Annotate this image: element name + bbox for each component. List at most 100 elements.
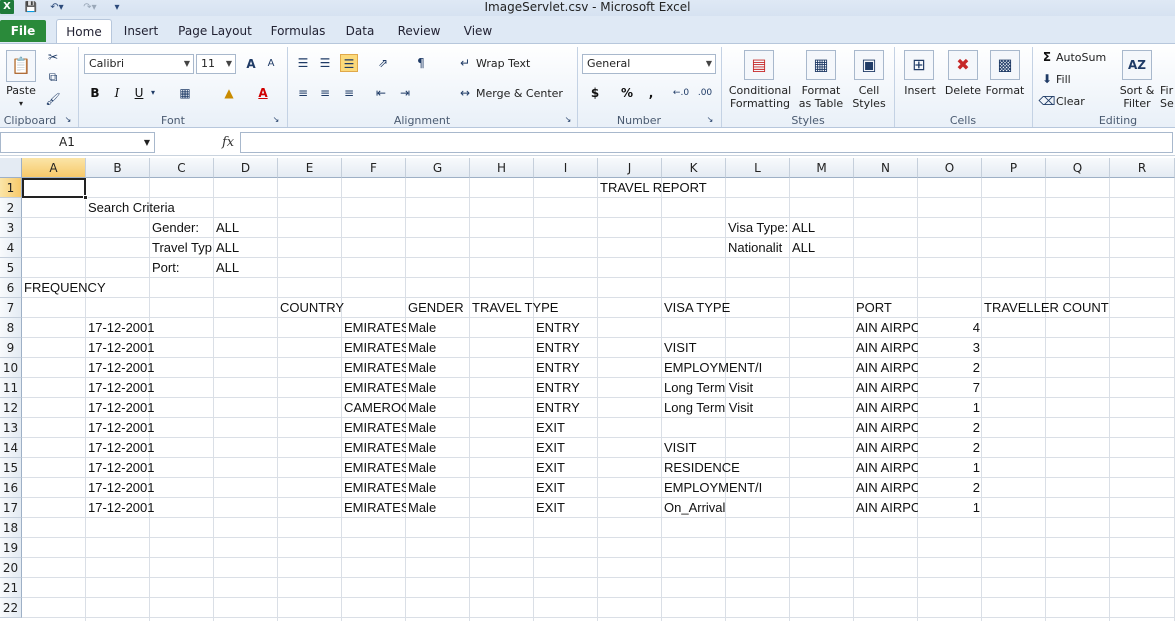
column-header-c[interactable]: C [150,158,214,178]
autosum-button[interactable]: AutoSum [1056,51,1108,64]
cell-g12[interactable]: Male [406,398,534,418]
column-header-o[interactable]: O [918,158,982,178]
cell-k9[interactable]: VISIT [662,338,854,358]
cell-i12[interactable]: ENTRY [534,398,662,418]
row-header-15[interactable]: 15 [0,458,22,478]
cell-n16[interactable]: AIN AIRPC [854,478,918,498]
cell-n7[interactable]: PORT [854,298,982,318]
cell-i11[interactable]: ENTRY [534,378,662,398]
font-launcher-icon[interactable]: ↘ [270,114,282,126]
cell-f14[interactable]: EMIRATES [342,438,406,458]
cell-g7[interactable]: GENDER [406,298,470,318]
number-launcher-icon[interactable]: ↘ [704,114,716,126]
fill-down-icon[interactable]: ⬇ [1038,70,1056,88]
cell-k17[interactable]: On_Arrival [662,498,854,518]
orientation-icon[interactable]: ⇗ [374,54,392,72]
column-header-n[interactable]: N [854,158,918,178]
format-as-table-button[interactable]: Format as Table [796,84,846,110]
cell-f12[interactable]: CAMEROO [342,398,406,418]
sort-filter-icon[interactable]: AZ [1122,50,1152,80]
insert-cells-icon[interactable]: ⊞ [904,50,934,80]
cell-k10[interactable]: EMPLOYMENT/I [662,358,854,378]
cell-h7[interactable]: TRAVEL TYPE [470,298,662,318]
cell-n10[interactable]: AIN AIRPC [854,358,918,378]
cut-icon[interactable]: ✂ [44,48,62,66]
text-direction-icon[interactable]: ¶ [412,54,430,72]
cell-o17[interactable]: 1 [918,498,982,518]
cell-f16[interactable]: EMIRATES [342,478,406,498]
conditional-formatting-icon[interactable]: ▤ [744,50,774,80]
cell-o13[interactable]: 2 [918,418,982,438]
cell-g16[interactable]: Male [406,478,534,498]
row-header-20[interactable]: 20 [0,558,22,578]
increase-indent-icon[interactable]: ⇥ [396,84,414,102]
column-header-e[interactable]: E [278,158,342,178]
cell-b16[interactable]: 17-12-2001 [86,478,278,498]
cell-g9[interactable]: Male [406,338,534,358]
cell-n14[interactable]: AIN AIRPC [854,438,918,458]
cell-g17[interactable]: Male [406,498,534,518]
column-header-l[interactable]: L [726,158,790,178]
paste-dropdown-icon[interactable]: ▾ [16,97,26,110]
cell-g14[interactable]: Male [406,438,534,458]
row-header-17[interactable]: 17 [0,498,22,518]
cell-o11[interactable]: 7 [918,378,982,398]
wrap-text-button[interactable]: Wrap Text [476,57,536,70]
cell-n17[interactable]: AIN AIRPC [854,498,918,518]
cell-o9[interactable]: 3 [918,338,982,358]
row-header-10[interactable]: 10 [0,358,22,378]
cell-j1[interactable]: TRAVEL REPORT [598,178,790,198]
row-header-18[interactable]: 18 [0,518,22,538]
tab-file[interactable]: File [0,20,46,42]
paste-button[interactable]: Paste [2,84,40,97]
align-top-icon[interactable]: ☰ [294,54,312,72]
cell-i17[interactable]: EXIT [534,498,662,518]
font-name-combo[interactable]: Calibri ▼ [84,54,194,74]
cell-b9[interactable]: 17-12-2001 [86,338,278,358]
format-cells-icon[interactable]: ▩ [990,50,1020,80]
cell-styles-button[interactable]: Cell Styles [848,84,890,110]
cell-m3[interactable]: ALL [790,218,982,238]
cell-g8[interactable]: Male [406,318,534,338]
cell-l3[interactable]: Visa Type: [726,218,790,238]
column-header-k[interactable]: K [662,158,726,178]
fill-color-icon[interactable]: ▲ [220,84,238,102]
format-painter-icon[interactable]: 🖌 [44,90,62,108]
row-header-5[interactable]: 5 [0,258,22,278]
column-header-j[interactable]: J [598,158,662,178]
insert-function-icon[interactable]: fx [222,132,234,153]
cell-i13[interactable]: EXIT [534,418,726,438]
cell-p7[interactable]: TRAVELLER COUNT [982,298,1175,318]
cell-b8[interactable]: 17-12-2001 [86,318,278,338]
clear-icon[interactable]: ⌫ [1038,92,1056,110]
name-box[interactable]: A1 ▼ [0,132,155,153]
cell-k16[interactable]: EMPLOYMENT/I [662,478,854,498]
fill-handle[interactable] [83,195,88,200]
underline-dropdown-icon[interactable]: ▾ [148,84,158,102]
clear-button[interactable]: Clear [1056,95,1090,108]
tab-review[interactable]: Review [392,19,446,43]
cell-b10[interactable]: 17-12-2001 [86,358,278,378]
row-header-16[interactable]: 16 [0,478,22,498]
font-size-combo[interactable]: 11 ▼ [196,54,236,74]
column-header-g[interactable]: G [406,158,470,178]
cell-o8[interactable]: 4 [918,318,982,338]
alignment-launcher-icon[interactable]: ↘ [562,114,574,126]
tab-insert[interactable]: Insert [118,19,164,43]
tab-view[interactable]: View [458,19,498,43]
font-color-icon[interactable]: A [254,84,272,102]
row-header-14[interactable]: 14 [0,438,22,458]
row-header-3[interactable]: 3 [0,218,22,238]
row-header-6[interactable]: 6 [0,278,22,298]
row-header-8[interactable]: 8 [0,318,22,338]
row-header-1[interactable]: 1 [0,178,22,198]
cell-b11[interactable]: 17-12-2001 [86,378,278,398]
decrease-indent-icon[interactable]: ⇤ [372,84,390,102]
cell-l4[interactable]: Nationalit [726,238,790,258]
cell-n9[interactable]: AIN AIRPC [854,338,918,358]
row-header-2[interactable]: 2 [0,198,22,218]
cell-f8[interactable]: EMIRATES [342,318,406,338]
format-cells-button[interactable]: Format [984,84,1026,97]
cell-a6[interactable]: FREQUENCY [22,278,214,298]
cell-o10[interactable]: 2 [918,358,982,378]
